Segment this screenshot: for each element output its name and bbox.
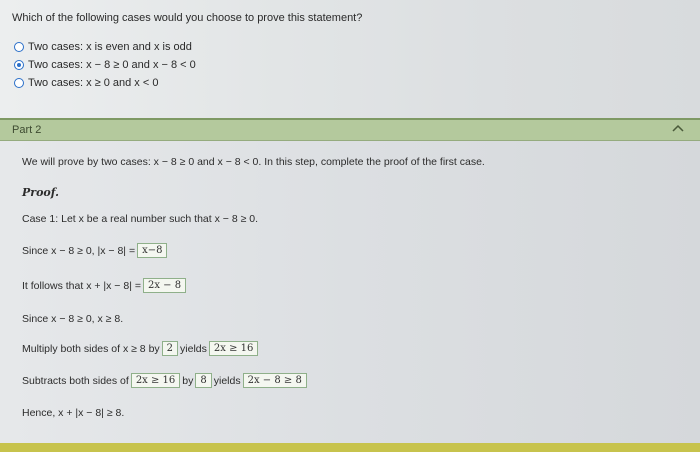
step-text: by	[182, 374, 194, 387]
answer-field[interactable]: 2x − 8 ≥ 8	[242, 373, 307, 388]
step-text: yields	[180, 342, 207, 355]
step-text: Subtracts both sides of	[22, 374, 129, 387]
step-4: Multiply both sides of x ≥ 8 by 2 yields…	[22, 341, 260, 356]
intro-text: We will prove by two cases: x − 8 ≥ 0 an…	[22, 156, 485, 168]
step-1: Since x − 8 ≥ 0, |x − 8| = x−8	[22, 243, 169, 258]
question-text: Which of the following cases would you c…	[12, 12, 363, 24]
part-2-header[interactable]: Part 2	[0, 118, 700, 141]
answer-field[interactable]: 2x − 8	[142, 278, 187, 293]
step-3: Since x − 8 ≥ 0, x ≥ 8.	[22, 313, 124, 325]
option-x-sign[interactable]: Two cases: x ≥ 0 and x < 0	[14, 76, 158, 90]
multiplier-field[interactable]: 2	[161, 341, 179, 356]
radio-button-selected-icon[interactable]	[14, 60, 24, 70]
case-1-text: Case 1: Let x be a real number such that…	[22, 213, 259, 225]
answer-field[interactable]: x−8	[137, 243, 168, 258]
bottom-bar	[0, 443, 700, 452]
step-text: Multiply both sides of x ≥ 8 by	[22, 342, 160, 355]
option-label: Two cases: x − 8 ≥ 0 and x − 8 < 0	[28, 59, 196, 71]
option-even-odd[interactable]: Two cases: x is even and x is odd	[14, 40, 192, 54]
step-text: yields	[213, 374, 241, 387]
step-text: Since x − 8 ≥ 0, |x − 8| =	[22, 244, 136, 257]
option-x-minus-8[interactable]: Two cases: x − 8 ≥ 0 and x − 8 < 0	[14, 58, 196, 72]
proof-panel: We will prove by two cases: x − 8 ≥ 0 an…	[0, 141, 700, 443]
step-text: It follows that x + |x − 8| =	[22, 279, 141, 292]
step-5: Subtracts both sides of 2x ≥ 16 by 8 yie…	[22, 373, 309, 388]
option-label: Two cases: x is even and x is odd	[28, 41, 192, 53]
radio-button-icon[interactable]	[14, 42, 24, 52]
proof-label: Proof.	[22, 186, 59, 199]
answer-field[interactable]: 2x ≥ 16	[208, 341, 259, 356]
step-6: Hence, x + |x − 8| ≥ 8.	[22, 407, 125, 419]
step-2: It follows that x + |x − 8| = 2x − 8	[22, 278, 188, 293]
expression-field[interactable]: 2x ≥ 16	[130, 373, 181, 388]
part-label: Part 2	[12, 124, 42, 136]
chevron-up-icon[interactable]	[672, 123, 684, 133]
option-label: Two cases: x ≥ 0 and x < 0	[28, 77, 159, 89]
radio-button-icon[interactable]	[14, 78, 24, 88]
question-panel: Which of the following cases would you c…	[0, 0, 700, 118]
subtrahend-field[interactable]: 8	[195, 373, 212, 388]
